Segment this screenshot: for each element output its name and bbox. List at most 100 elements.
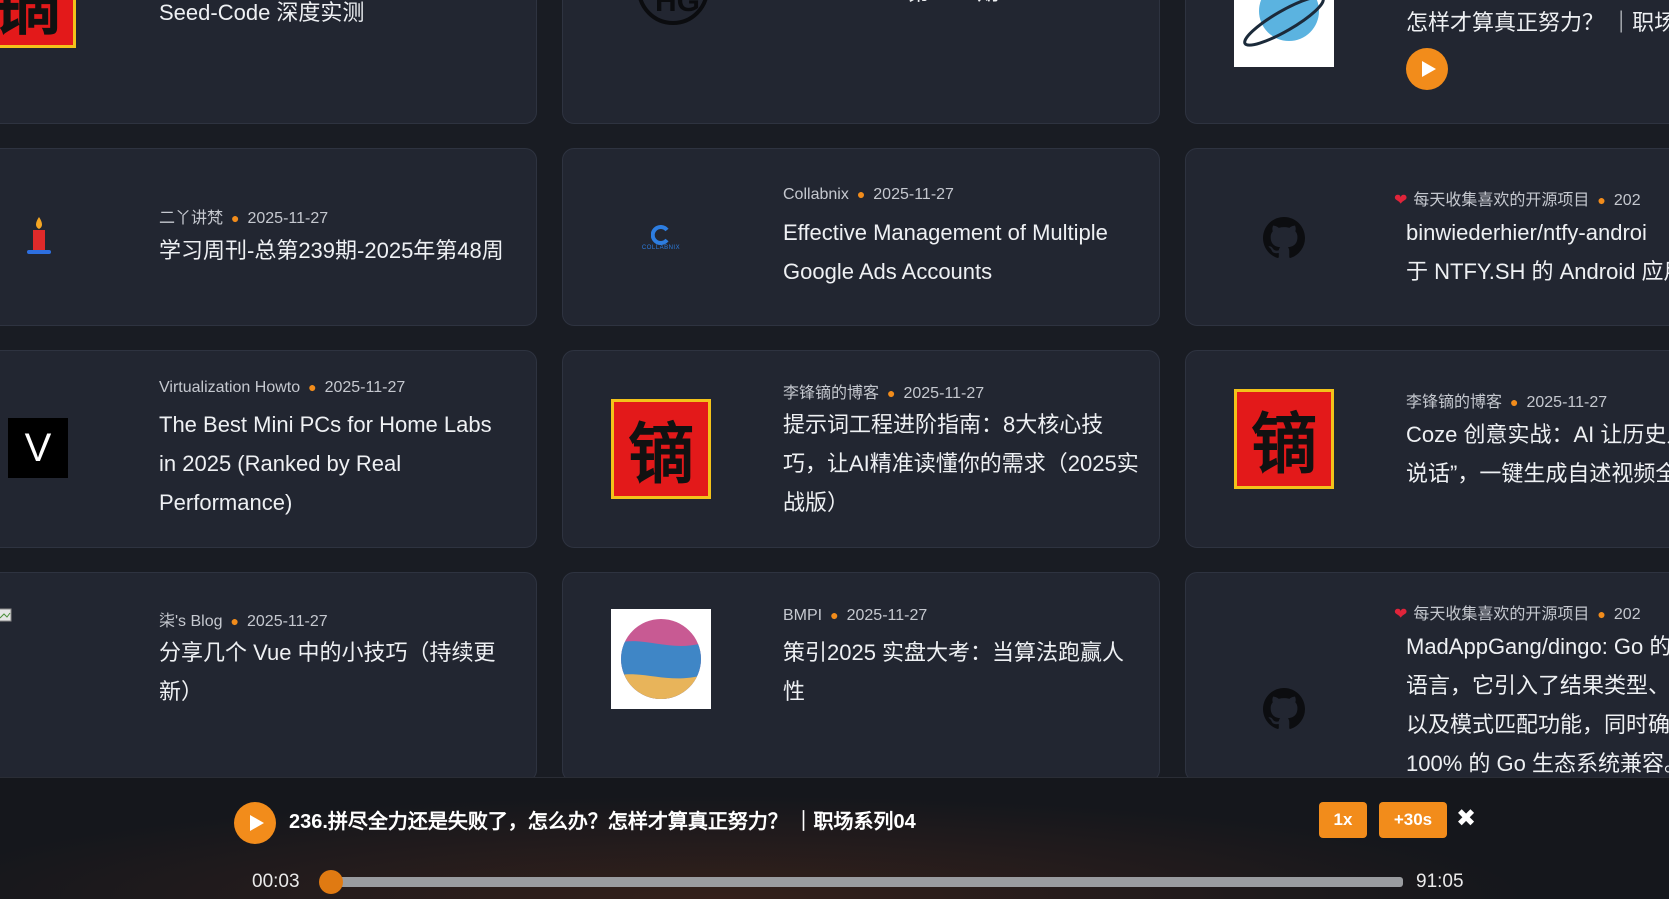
title-line: binwiederhier/ntfy-androi: [1406, 220, 1647, 245]
meta-dot: ●: [230, 613, 239, 629]
article-title[interactable]: MadAppGang/dingo: Go 的 语言，它引入了结果类型、错 以及模…: [1406, 627, 1669, 781]
article-grid: 镝 Seed-Code 深度实测 HG HelloGitHub 第 116 期 …: [0, 0, 1669, 898]
article-title[interactable]: The Best Mini PCs for Home Labs in 2025 …: [159, 405, 492, 522]
article-meta: 李锋镝的博客 ● 2025-11-27: [1406, 388, 1607, 412]
article-card[interactable]: ❤ 每天收集喜欢的开源项目 ● 202 binwiederhier/ntfy-andr…: [1185, 148, 1669, 326]
article-date: 2025-11-27: [324, 379, 406, 396]
article-meta: Virtualization Howto ● 2025-11-27: [159, 379, 405, 397]
seal-icon: 镝: [0, 0, 88, 48]
current-time: 00:03: [252, 871, 300, 892]
title-line: in 2025 (Ranked by Real: [159, 451, 402, 476]
article-title[interactable]: binwiederhier/ntfy-androi 于 NTFY.SH 的 An…: [1406, 213, 1669, 291]
meta-dot: ●: [887, 385, 896, 401]
close-icon[interactable]: ✖: [1456, 804, 1476, 833]
article-card[interactable]: COLLABNIX Collabnix ● 2025-11-27 Effective…: [562, 148, 1160, 326]
article-source[interactable]: Virtualization Howto: [159, 379, 300, 396]
play-icon: [249, 815, 264, 831]
article-meta: Collabnix ● 2025-11-27: [783, 186, 954, 204]
title-line: 战版）: [783, 490, 850, 515]
article-date: 2025-11-27: [903, 385, 985, 402]
article-card[interactable]: V Virtualization Howto ● 2025-11-27 The Be…: [0, 350, 537, 548]
article-source[interactable]: 二丫讲梵: [159, 210, 223, 227]
article-card[interactable]: 镝 李锋镝的博客 ● 2025-11-27 Coze 创意实战：AI 让历史人 说话…: [1185, 350, 1669, 548]
player-play-button[interactable]: [234, 802, 276, 844]
article-card[interactable]: 二丫讲梵 ● 2025-11-27 学习周刊-总第239期-2025年第48周: [0, 148, 537, 326]
collabnix-icon: COLLABNIX: [611, 188, 711, 288]
article-title[interactable]: 怎样才算真正努力？ ｜职场系: [1406, 3, 1669, 42]
article-title[interactable]: 学习周刊-总第239期-2025年第48周: [159, 231, 504, 270]
total-time: 91:05: [1416, 871, 1464, 892]
article-meta: 李锋镝的博客 ● 2025-11-27: [783, 379, 984, 403]
progress-track[interactable]: [319, 870, 1403, 894]
progress-knob[interactable]: [319, 870, 344, 894]
article-card[interactable]: HG HelloGitHub 第 116 期: [562, 0, 1160, 124]
title-line: 于 NTFY.SH 的 Android 应用: [1406, 259, 1669, 284]
article-meta: ❤ 每天收集喜欢的开源项目 ● 202: [1394, 600, 1641, 624]
article-card[interactable]: 怎样才算真正努力？ ｜职场系: [1185, 0, 1669, 124]
heart-icon: ❤: [1394, 192, 1408, 209]
article-title[interactable]: 提示词工程进阶指南：8大核心技 巧，让AI精准读懂你的需求（2025实 战版）: [783, 405, 1139, 522]
article-date: 202: [1613, 606, 1641, 623]
meta-dot: ●: [1597, 192, 1606, 208]
article-title[interactable]: 分享几个 Vue 中的小技巧（持续更 新）: [159, 633, 496, 711]
github-icon: [1234, 659, 1334, 759]
article-card[interactable]: 柒's Blog ● 2025-11-27 分享几个 Vue 中的小技巧（持续更 新…: [0, 572, 537, 782]
hellogithub-icon: HG: [623, 0, 723, 31]
article-date: 2025-11-27: [247, 613, 328, 630]
article-title[interactable]: Effective Management of Multiple Google …: [783, 213, 1108, 291]
title-line: 说话”，一键生成自述视频全: [1406, 461, 1669, 486]
title-line: HelloGitHub 第 116 期: [783, 0, 999, 12]
meta-dot: ●: [856, 186, 866, 202]
article-title[interactable]: Coze 创意实战：AI 让历史人 说话”，一键生成自述视频全: [1406, 415, 1669, 493]
article-source[interactable]: Collabnix: [783, 186, 849, 203]
seal-glyph: 镝: [1251, 405, 1317, 483]
article-date: 2025-11-27: [873, 186, 954, 203]
meta-dot: ●: [231, 210, 240, 226]
title-line: 分享几个 Vue 中的小技巧（持续更: [159, 640, 496, 665]
article-meta: 柒's Blog ● 2025-11-27: [159, 607, 328, 631]
title-line: 怎样才算真正努力？ ｜职场系: [1406, 10, 1669, 35]
article-meta: 二丫讲梵 ● 2025-11-27: [159, 204, 328, 228]
meta-dot: ●: [308, 379, 317, 395]
title-line: 提示词工程进阶指南：8大核心技: [783, 412, 1104, 437]
title-line: 策引2025 实盘大考：当算法跑赢人: [783, 640, 1125, 665]
title-line: 巧，让AI精准读懂你的需求（2025实: [783, 451, 1139, 476]
article-card[interactable]: BMPI ● 2025-11-27 策引2025 实盘大考：当算法跑赢人 性: [562, 572, 1160, 782]
article-card[interactable]: 镝 李锋镝的博客 ● 2025-11-27 提示词工程进阶指南：8大核心技 巧，让A…: [562, 350, 1160, 548]
article-source[interactable]: 李锋镝的博客: [783, 385, 879, 402]
meta-dot: ●: [1510, 394, 1519, 410]
speed-button[interactable]: 1x: [1319, 802, 1367, 838]
title-line: 性: [783, 679, 806, 704]
article-date: 2025-11-27: [247, 210, 329, 227]
article-source[interactable]: 每天收集喜欢的开源项目: [1413, 192, 1589, 209]
v-logo-letter: V: [24, 425, 52, 470]
meta-dot: ●: [830, 607, 839, 623]
article-meta: ❤ 每天收集喜欢的开源项目 ● 202: [1394, 186, 1641, 210]
seal-glyph: 镝: [0, 0, 61, 48]
title-line: Effective Management of Multiple: [783, 220, 1108, 245]
article-date: 2025-11-27: [1526, 394, 1608, 411]
article-source[interactable]: 李锋镝的博客: [1406, 394, 1502, 411]
skip-forward-button[interactable]: +30s: [1379, 802, 1447, 838]
audio-player: 236.拼尽全力还是失败了，怎么办？怎样才算真正努力？ ｜职场系列04 1x +…: [0, 777, 1669, 899]
heart-icon: ❤: [1394, 606, 1408, 623]
article-card[interactable]: ❤ 每天收集喜欢的开源项目 ● 202 MadAppGang/dingo: Go 的 …: [1185, 572, 1669, 782]
article-card[interactable]: 镝 Seed-Code 深度实测: [0, 0, 537, 124]
meta-dot: ●: [1597, 606, 1606, 622]
v-logo-icon: V: [8, 418, 68, 478]
article-title[interactable]: Seed-Code 深度实测: [159, 0, 364, 32]
article-title[interactable]: HelloGitHub 第 116 期: [783, 0, 999, 12]
article-source[interactable]: BMPI: [783, 607, 822, 624]
play-icon: [1421, 61, 1436, 77]
svg-text:HG: HG: [655, 0, 700, 18]
title-line: 以及模式匹配功能，同时确保: [1406, 712, 1669, 737]
card-play-button[interactable]: [1406, 48, 1448, 90]
candle-icon: [0, 188, 89, 288]
article-title[interactable]: 策引2025 实盘大考：当算法跑赢人 性: [783, 633, 1124, 711]
title-line: Coze 创意实战：AI 让历史人: [1406, 422, 1669, 447]
title-line: 学习周刊-总第239期-2025年第48周: [159, 238, 504, 263]
article-source[interactable]: 柒's Blog: [159, 613, 223, 630]
article-source[interactable]: 每天收集喜欢的开源项目: [1413, 606, 1589, 623]
broken-image-icon: [0, 605, 15, 625]
planet-icon: [1234, 0, 1334, 67]
